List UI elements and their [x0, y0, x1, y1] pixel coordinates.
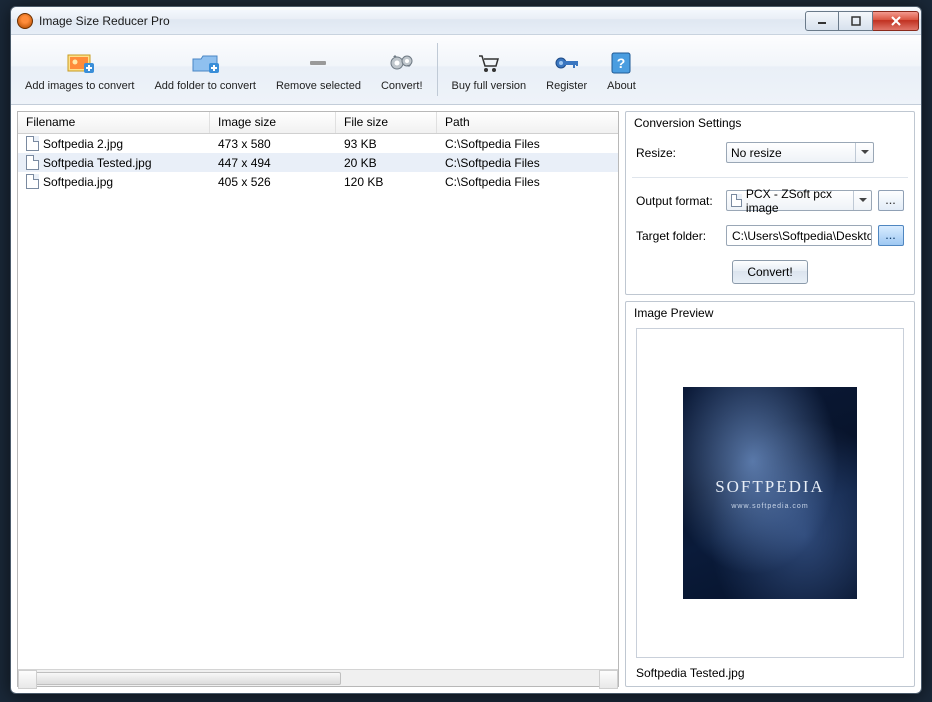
about-icon: ? [607, 50, 635, 76]
file-list-pane: Filename Image size File size Path Softp… [17, 111, 619, 687]
output-format-combo[interactable]: PCX - ZSoft pcx image [726, 190, 872, 211]
cell-file-size: 120 KB [336, 175, 437, 189]
preview-canvas: SOFTPEDIA www.softpedia.com [636, 328, 904, 658]
file-icon [731, 194, 742, 207]
preview-panel-title: Image Preview [626, 302, 914, 324]
app-icon [17, 13, 33, 29]
column-path[interactable]: Path [437, 112, 618, 133]
register-button[interactable]: Register [536, 35, 597, 104]
file-icon [26, 136, 39, 151]
preview-filename: Softpedia Tested.jpg [626, 662, 914, 686]
cell-filename: Softpedia 2.jpg [43, 137, 123, 151]
cell-image-size: 473 x 580 [210, 137, 336, 151]
maximize-button[interactable] [839, 11, 873, 31]
cell-file-size: 20 KB [336, 156, 437, 170]
column-file-size[interactable]: File size [336, 112, 437, 133]
minimize-button[interactable] [805, 11, 839, 31]
output-format-value: PCX - ZSoft pcx image [746, 187, 867, 215]
chevron-down-icon [855, 143, 873, 162]
target-folder-label: Target folder: [636, 229, 720, 243]
file-icon [26, 174, 39, 189]
output-format-label: Output format: [636, 194, 720, 208]
add-images-button[interactable]: Add images to convert [15, 35, 144, 104]
add-images-icon [66, 50, 94, 76]
target-folder-value: C:\Users\Softpedia\Desktop [732, 229, 872, 243]
cell-image-size: 405 x 526 [210, 175, 336, 189]
preview-brand-text: SOFTPEDIA [715, 477, 825, 497]
resize-value: No resize [731, 146, 782, 160]
settings-panel-title: Conversion Settings [626, 112, 914, 134]
cell-path: C:\Softpedia Files [437, 175, 618, 189]
cell-file-size: 93 KB [336, 137, 437, 151]
target-folder-field[interactable]: C:\Users\Softpedia\Desktop [726, 225, 872, 246]
buy-full-version-button[interactable]: Buy full version [442, 35, 537, 104]
output-format-options-button[interactable]: ... [878, 190, 904, 211]
titlebar[interactable]: Image Size Reducer Pro [11, 7, 921, 35]
image-preview-panel: Image Preview SOFTPEDIA www.softpedia.co… [625, 301, 915, 687]
cart-icon [475, 50, 503, 76]
resize-label: Resize: [636, 146, 720, 160]
list-body[interactable]: Softpedia 2.jpg473 x 58093 KBC:\Softpedi… [18, 134, 618, 669]
conversion-settings-panel: Conversion Settings Resize: No resize Ou… [625, 111, 915, 295]
convert-action-button[interactable]: Convert! [732, 260, 808, 284]
add-folder-button[interactable]: Add folder to convert [144, 35, 266, 104]
list-header: Filename Image size File size Path [18, 112, 618, 134]
browse-target-folder-button[interactable]: ... [878, 225, 904, 246]
window-controls [805, 11, 919, 31]
preview-url-text: www.softpedia.com [731, 503, 808, 510]
cell-path: C:\Softpedia Files [437, 156, 618, 170]
table-row[interactable]: Softpedia 2.jpg 473 x 58093 KBC:\Softpedi… [18, 134, 618, 153]
horizontal-scrollbar[interactable] [18, 669, 618, 686]
preview-image: SOFTPEDIA www.softpedia.com [683, 387, 857, 599]
convert-icon [388, 50, 416, 76]
scrollbar-thumb[interactable] [35, 672, 341, 685]
table-row[interactable]: Softpedia Tested.jpg 447 x 49420 KBC:\Sof… [18, 153, 618, 172]
file-icon [26, 155, 39, 170]
column-image-size[interactable]: Image size [210, 112, 336, 133]
table-row[interactable]: Softpedia.jpg 405 x 526120 KBC:\Softpedia… [18, 172, 618, 191]
remove-selected-button[interactable]: Remove selected [266, 35, 371, 104]
svg-text:?: ? [617, 55, 626, 71]
app-window: Image Size Reducer Pro Add images to con… [10, 6, 922, 694]
right-pane: Conversion Settings Resize: No resize Ou… [625, 111, 915, 687]
cell-path: C:\Softpedia Files [437, 137, 618, 151]
key-icon [553, 50, 581, 76]
toolbar-separator [437, 43, 438, 96]
cell-image-size: 447 x 494 [210, 156, 336, 170]
close-button[interactable] [873, 11, 919, 31]
convert-button[interactable]: Convert! [371, 35, 433, 104]
toolbar: Add images to convert Add folder to conv… [11, 35, 921, 105]
column-filename[interactable]: Filename [18, 112, 210, 133]
about-button[interactable]: ? About [597, 35, 646, 104]
window-title: Image Size Reducer Pro [39, 14, 170, 28]
remove-icon [304, 50, 332, 76]
cell-filename: Softpedia Tested.jpg [43, 156, 152, 170]
chevron-down-icon [853, 191, 871, 210]
content-area: Filename Image size File size Path Softp… [11, 105, 921, 693]
resize-combo[interactable]: No resize [726, 142, 874, 163]
add-folder-icon [191, 50, 219, 76]
cell-filename: Softpedia.jpg [43, 175, 113, 189]
